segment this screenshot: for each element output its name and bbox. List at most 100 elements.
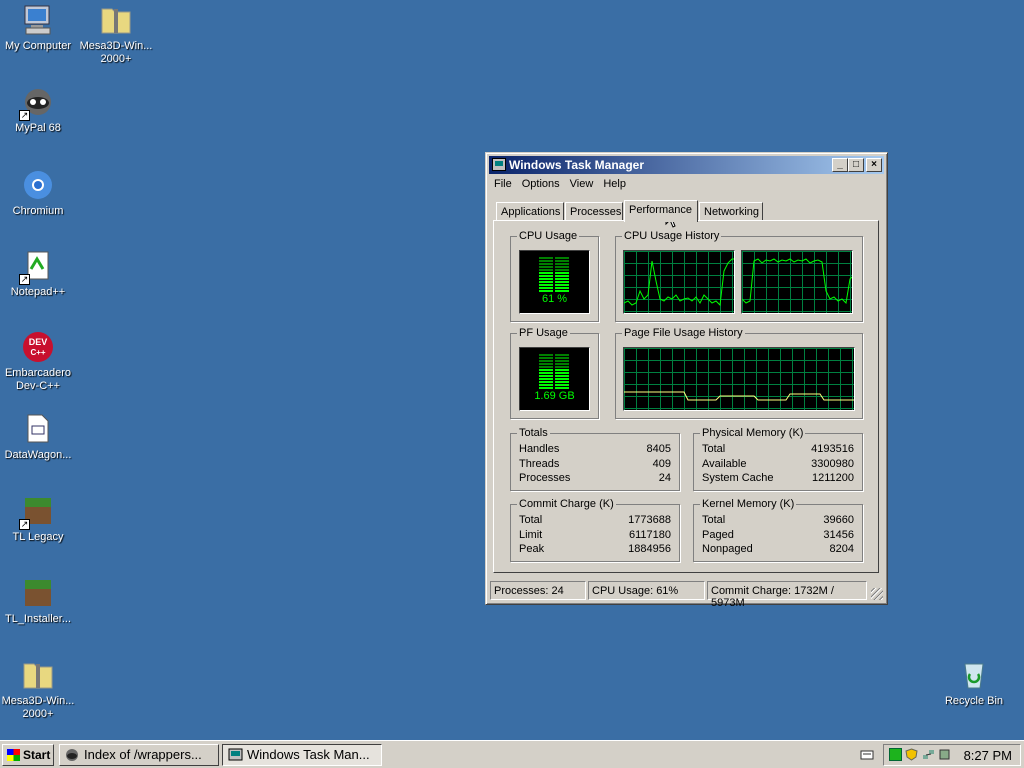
performance-panel: CPU Usage 61 % CPU Usage History PF Usag… — [493, 220, 879, 573]
computer-icon — [21, 3, 55, 37]
cpu-usage-title: CPU Usage — [517, 230, 580, 242]
desktop-icon-mypal[interactable]: ↗ MyPal 68 — [0, 85, 76, 135]
status-commit-charge: Commit Charge: 1732M / 5973M — [707, 581, 867, 609]
stat-label: Peak — [519, 543, 545, 555]
desktop-icon-recycle-bin[interactable]: Recycle Bin — [936, 658, 1012, 708]
shield-icon[interactable] — [905, 748, 918, 761]
cpu-usage-value: 61 % — [541, 293, 568, 305]
pf-history-graph — [623, 347, 855, 411]
icon-label: Mesa3D-Win... 2000+ — [1, 695, 75, 720]
stat-value: 8405 — [646, 443, 671, 455]
kernel-memory-row: Paged 31456 — [702, 529, 854, 543]
meter-bar-segment — [538, 290, 571, 292]
pf-usage-meter: 1.69 GB — [519, 347, 590, 411]
meter-bar-segment — [538, 378, 571, 380]
cpu-usage-meter: 61 % — [519, 250, 590, 314]
icon-label: Embarcadero Dev-C++ — [4, 367, 72, 392]
meter-bar-segment — [538, 275, 571, 277]
physical-memory-row: Total 4193516 — [702, 443, 854, 457]
taskbar: Start Index of /wrappers... Windows Task… — [0, 740, 1024, 768]
connection-icon[interactable] — [938, 748, 951, 761]
totals-row: Processes 24 — [519, 472, 671, 486]
tab-applications[interactable]: Applications — [496, 202, 564, 221]
desktop-icon-tl-installer[interactable]: TL_Installer... — [0, 576, 76, 626]
resize-grip-icon[interactable] — [871, 588, 883, 600]
meter-bar-segment — [538, 381, 571, 383]
commit-charge-group: Commit Charge (K) Total 1773688 Limit 6117… — [510, 498, 680, 562]
stat-label: Handles — [519, 443, 560, 455]
commit-charge-row: Total 1773688 — [519, 514, 671, 528]
menu-help[interactable]: Help — [598, 175, 631, 193]
meter-bar-segment — [538, 266, 571, 268]
document-icon — [21, 412, 55, 446]
desktop-icon-chromium[interactable]: Chromium — [0, 168, 76, 218]
tab-networking[interactable]: Networking — [699, 202, 763, 221]
meter-bars — [538, 257, 571, 293]
meter-bar-segment — [538, 354, 571, 356]
status-bar: Processes: 24 CPU Usage: 61% Commit Char… — [489, 579, 884, 609]
desktop-icon-tl-legacy[interactable]: ↗ TL Legacy — [0, 494, 76, 544]
stat-label: Nonpaged — [702, 543, 753, 555]
stat-label: Total — [519, 514, 543, 526]
desktop-icon-datawagon[interactable]: DataWagon... — [0, 412, 76, 462]
menu-file[interactable]: File — [489, 175, 517, 193]
pf-graph-line — [624, 391, 854, 401]
task-manager-cpu-tray-icon[interactable] — [889, 748, 902, 761]
desktop-icon-my-computer[interactable]: My Computer — [0, 3, 76, 53]
desktop-icon-devcpp[interactable]: DEV C++ Embarcadero Dev-C++ — [0, 330, 76, 393]
chromium-icon — [21, 168, 55, 202]
meter-bar-segment — [538, 363, 571, 365]
stat-value: 4193516 — [811, 443, 854, 455]
taskbar-button-task-manager[interactable]: Windows Task Man... — [222, 744, 382, 766]
network-icon[interactable] — [922, 748, 935, 761]
icon-label: TL Legacy — [12, 531, 64, 543]
shortcut-arrow-icon: ↗ — [19, 110, 30, 121]
meter-bar-segment — [538, 263, 571, 265]
desktop-icon-mesa3d-2[interactable]: Mesa3D-Win... 2000+ — [0, 658, 76, 721]
meter-bar-segment — [538, 278, 571, 280]
menu-view[interactable]: View — [565, 175, 599, 193]
meter-bar-segment — [538, 387, 571, 389]
keyboard-icon[interactable] — [860, 748, 874, 762]
physical-memory-row: Available 3300980 — [702, 458, 854, 472]
meter-bar-segment — [538, 369, 571, 371]
pf-usage-group: PF Usage 1.69 GB — [510, 327, 599, 419]
meter-bar-segment — [538, 366, 571, 368]
meter-bar-segment — [538, 257, 571, 259]
clock[interactable]: 8:27 PM — [964, 748, 1012, 763]
desktop-icon-notepadpp[interactable]: ↗ Notepad++ — [0, 249, 76, 299]
grass-block-icon — [21, 576, 55, 610]
close-button[interactable]: × — [866, 158, 882, 172]
cpu-graph-line — [624, 258, 734, 307]
title-bar[interactable]: Windows Task Manager _ □ × — [489, 156, 884, 174]
taskbar-button-mypal[interactable]: Index of /wrappers... — [59, 744, 219, 766]
icon-label: Mesa3D-Win... 2000+ — [79, 40, 153, 65]
maximize-button[interactable]: □ — [848, 158, 864, 172]
physical-memory-group: Physical Memory (K) Total 4193516 Availab… — [693, 427, 863, 491]
meter-bar-segment — [538, 269, 571, 271]
tab-performance[interactable]: Performance — [624, 200, 698, 222]
zip-folder-icon — [99, 3, 133, 37]
svg-text:DEV: DEV — [29, 337, 48, 347]
start-button[interactable]: Start — [2, 744, 54, 766]
kernel-memory-row: Total 39660 — [702, 514, 854, 528]
desktop-icon-mesa3d[interactable]: Mesa3D-Win... 2000+ — [78, 3, 154, 66]
recycle-bin-icon — [957, 658, 991, 692]
kernel-memory-row: Nonpaged 8204 — [702, 543, 854, 557]
zip-folder-icon — [21, 658, 55, 692]
meter-bar-segment — [538, 272, 571, 274]
minimize-button[interactable]: _ — [832, 158, 848, 172]
physical-memory-title: Physical Memory (K) — [700, 427, 806, 439]
totals-group: Totals Handles 8405 Threads 409 Processes 2… — [510, 427, 680, 491]
totals-row: Threads 409 — [519, 458, 671, 472]
stat-value: 3300980 — [811, 458, 854, 470]
menu-bar: File Options View Help — [489, 175, 884, 194]
icon-label: My Computer — [4, 40, 72, 52]
kernel-memory-group: Kernel Memory (K) Total 39660 Paged 31456 … — [693, 498, 863, 562]
cpu-history-graph-core-2 — [741, 250, 853, 314]
stat-label: System Cache — [702, 472, 774, 484]
menu-options[interactable]: Options — [517, 175, 565, 193]
stat-label: Limit — [519, 529, 543, 541]
stat-value: 1884956 — [628, 543, 671, 555]
tab-processes[interactable]: Processes — [565, 202, 623, 221]
